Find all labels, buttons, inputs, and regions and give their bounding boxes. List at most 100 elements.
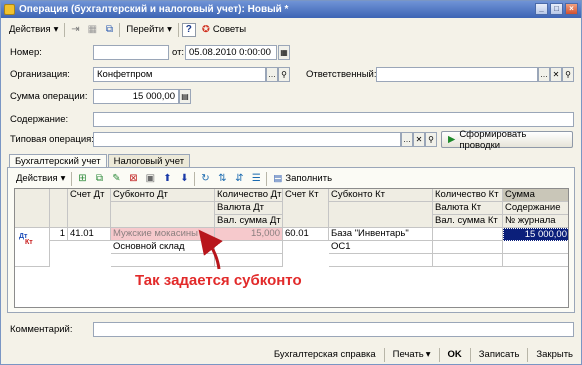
table-header-amount[interactable]: Сумма — [503, 189, 568, 202]
cell-content[interactable] — [503, 241, 568, 254]
table-header-subconto-kt-sub — [329, 202, 433, 228]
toolbar-separator — [383, 347, 385, 362]
organization-input[interactable]: Конфетпром — [93, 67, 266, 82]
end-edit-icon[interactable]: ▣ — [143, 172, 157, 186]
cell-account-kt[interactable]: 60.01 — [283, 228, 329, 241]
cell-val-sum-dt[interactable] — [215, 254, 283, 267]
clear-icon[interactable]: ✕ — [550, 67, 562, 82]
move-down-icon[interactable]: ⬇ — [177, 172, 191, 186]
actions-menu[interactable]: Действия ▾ — [6, 21, 61, 38]
close-button[interactable]: × — [565, 3, 578, 15]
copy-row-icon[interactable]: ⧉ — [92, 172, 106, 186]
toolbar-separator — [119, 22, 121, 37]
save-button[interactable]: Записать — [475, 347, 524, 363]
edit-row-icon[interactable]: ✎ — [109, 172, 123, 186]
search-icon[interactable]: ⚲ — [278, 67, 290, 82]
cell-qty-dt[interactable]: 15,000 — [215, 228, 283, 241]
calculator-icon[interactable]: ▤ — [179, 89, 191, 104]
move-up-icon[interactable]: ⬆ — [160, 172, 174, 186]
toolbar-separator — [527, 347, 529, 362]
entry-type-icon: Дт Кт — [15, 228, 50, 267]
maximize-button[interactable]: □ — [550, 3, 563, 15]
table-header-qty-dt[interactable]: Количество Дт — [215, 189, 283, 202]
dropdown-arrow-icon: ▾ — [53, 24, 59, 35]
cell-subconto-dt-1[interactable]: Мужские мокасины — [111, 228, 215, 241]
select-button[interactable]: … — [538, 67, 550, 82]
number-input[interactable] — [93, 45, 169, 60]
generate-entries-button[interactable]: ▶ Сформировать проводки — [441, 129, 573, 151]
entries-table: Счет Дт Субконто Дт Количество Дт Валюта… — [14, 188, 569, 308]
fill-button[interactable]: ▤ Заполнить — [270, 170, 335, 187]
sort-desc-icon[interactable]: ⇵ — [232, 172, 246, 186]
fill-icon: ▤ — [273, 173, 283, 184]
table-header-account-kt[interactable]: Счет Кт — [283, 189, 329, 228]
grid-actions-menu[interactable]: Действия ▾ — [13, 170, 68, 187]
cell-qty-kt[interactable] — [433, 228, 503, 241]
accounting-report-button[interactable]: Бухгалтерская справка — [270, 347, 380, 363]
content-input[interactable] — [93, 112, 574, 127]
sum-input[interactable]: 15 000,00 — [93, 89, 179, 104]
dropdown-arrow-icon: ▾ — [167, 24, 172, 35]
cell-subconto-kt-2[interactable]: ОС1 — [329, 241, 433, 254]
table-header-subconto-kt[interactable]: Субконто Кт — [329, 189, 433, 202]
play-icon: ▶ — [448, 134, 456, 145]
row-number: 1 — [50, 228, 68, 241]
window-title: Операция (бухгалтерский и налоговый учет… — [19, 4, 289, 15]
table-header-journal[interactable]: № журнала — [503, 215, 568, 228]
table-header-number — [50, 189, 68, 228]
goto-menu[interactable]: Перейти ▾ — [123, 21, 174, 38]
tips-icon: ✪ — [201, 24, 210, 35]
cell-subconto-dt-3[interactable] — [111, 254, 215, 267]
settings-icon[interactable]: ☰ — [249, 172, 263, 186]
table-header-val-sum-kt[interactable]: Вал. сумма Кт — [433, 215, 503, 228]
table-header-val-sum-dt[interactable]: Вал. сумма Дт — [215, 215, 283, 228]
cell-currency-dt[interactable] — [215, 241, 283, 254]
cell-account-dt[interactable]: 41.01 — [68, 228, 111, 241]
toolbar-separator — [71, 171, 73, 186]
cell-amount[interactable]: 15 000,00 — [503, 228, 568, 241]
close-form-button[interactable]: Закрыть — [532, 347, 577, 363]
table-header-subconto-dt[interactable]: Субконто Дт — [111, 189, 215, 202]
sort-asc-icon[interactable]: ⇅ — [215, 172, 229, 186]
add-row-icon[interactable]: ⊞ — [75, 172, 89, 186]
select-button[interactable]: … — [401, 132, 413, 147]
fill-label: Заполнить — [285, 173, 333, 184]
select-button[interactable]: … — [266, 67, 278, 82]
help-icon[interactable]: ? — [181, 22, 196, 37]
clear-icon[interactable]: ✕ — [413, 132, 425, 147]
typical-operation-input[interactable] — [93, 132, 401, 147]
responsible-input[interactable] — [376, 67, 538, 82]
cell-subconto-dt-2[interactable]: Основной склад — [111, 241, 215, 254]
organization-label: Организация: — [10, 69, 70, 80]
typical-operation-label: Типовая операция: — [10, 134, 94, 145]
cell-val-sum-kt[interactable] — [433, 254, 503, 267]
date-input[interactable]: 05.08.2010 0:00:00 — [185, 45, 277, 60]
search-icon[interactable]: ⚲ — [562, 67, 574, 82]
cell-currency-kt[interactable] — [433, 241, 503, 254]
table-header-currency-kt[interactable]: Валюта Кт — [433, 202, 503, 215]
grid-toolbar: Действия ▾ ⊞ ⧉ ✎ ⊠ ▣ ⬆ ⬇ ↻ ⇅ ⇵ ☰ ▤ Запол… — [13, 171, 335, 186]
table-header-content[interactable]: Содержание — [503, 202, 568, 215]
cell-subconto-kt-3[interactable] — [329, 254, 433, 267]
search-icon[interactable]: ⚲ — [425, 132, 437, 147]
table-header-account-dt[interactable]: Счет Дт — [68, 189, 111, 228]
ok-button[interactable]: OK — [444, 347, 466, 363]
table-header-empty — [15, 189, 50, 228]
structure-icon[interactable]: ⧉ — [102, 23, 116, 37]
calendar-icon[interactable]: ▦ — [278, 45, 290, 60]
minimize-button[interactable]: _ — [535, 3, 548, 15]
tips-button[interactable]: ✪ Советы — [199, 21, 249, 38]
post-icon[interactable]: ⇥ — [68, 23, 82, 37]
print-menu[interactable]: Печать ▾ — [389, 347, 435, 363]
tab-tax[interactable]: Налоговый учет — [107, 154, 191, 168]
unpost-icon[interactable]: ▦ — [85, 23, 99, 37]
table-header-qty-kt[interactable]: Количество Кт — [433, 189, 503, 202]
table-header-currency-dt[interactable]: Валюта Дт — [215, 202, 283, 215]
delete-row-icon[interactable]: ⊠ — [126, 172, 140, 186]
refresh-icon[interactable]: ↻ — [198, 172, 212, 186]
cell-journal[interactable] — [503, 254, 568, 267]
comment-input[interactable] — [93, 322, 574, 337]
cell-subconto-kt-1[interactable]: База "Инвентарь" — [329, 228, 433, 241]
print-label: Печать — [392, 348, 424, 360]
sum-label: Сумма операции: — [10, 91, 88, 102]
